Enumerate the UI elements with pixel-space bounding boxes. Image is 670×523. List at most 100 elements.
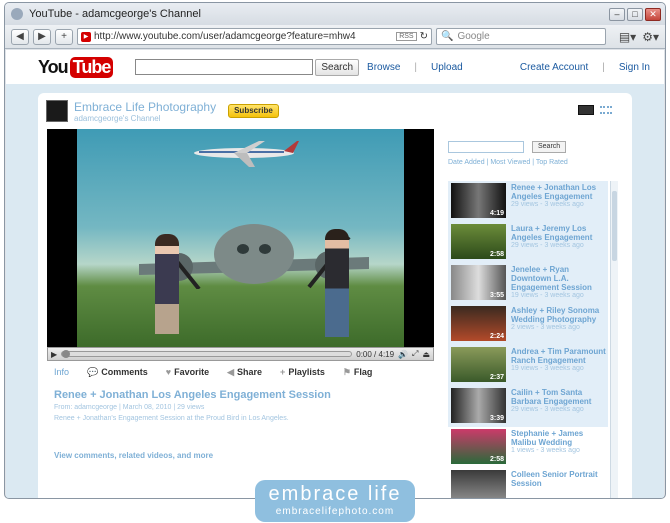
- channel-search: Search: [448, 141, 567, 153]
- filter-most-viewed[interactable]: Most Viewed: [490, 159, 530, 166]
- video-thumbnail[interactable]: 4:19: [451, 183, 506, 218]
- list-item[interactable]: 4:19 Renee + Jonathan Los Angeles Engage…: [448, 181, 608, 222]
- filter-top-rated[interactable]: Top Rated: [536, 159, 568, 166]
- new-tab-button[interactable]: +: [55, 28, 73, 45]
- close-button[interactable]: ✕: [645, 7, 661, 21]
- video-thumbnail[interactable]: 2:37: [451, 347, 506, 382]
- seek-bar[interactable]: [61, 350, 353, 358]
- grid-view-icon[interactable]: [600, 106, 612, 114]
- seek-handle[interactable]: [62, 350, 71, 358]
- url-text: http://www.youtube.com/user/adamcgeorge?…: [94, 31, 356, 42]
- rss-icon[interactable]: RSS: [396, 32, 417, 41]
- list-item-text: Andrea + Tim Paramount Ranch Engagement 1…: [511, 347, 608, 384]
- watermark-title: embrace life: [268, 483, 402, 505]
- video-thumbnail[interactable]: 2:24: [451, 306, 506, 341]
- list-item-title[interactable]: Laura + Jeremy Los Angeles Engagement: [511, 224, 608, 242]
- duration: 2:37: [489, 374, 504, 381]
- volume-icon[interactable]: 🔊: [398, 350, 408, 359]
- list-item-meta: 19 views - 3 weeks ago: [511, 365, 584, 372]
- channel-name[interactable]: Embrace Life Photography: [74, 100, 216, 114]
- list-item[interactable]: 2:37 Andrea + Tim Paramount Ranch Engage…: [448, 345, 608, 386]
- toolbar-icons: ▤▾ ⚙▾: [619, 30, 659, 44]
- forward-button[interactable]: ▶: [33, 28, 51, 45]
- heart-icon: ♥: [165, 367, 172, 377]
- tab-info[interactable]: Info: [54, 367, 69, 378]
- account-links: Create Account | Sign In: [520, 62, 650, 73]
- video-list: 4:19 Renee + Jonathan Los Angeles Engage…: [448, 181, 608, 498]
- channel-search-button[interactable]: Search: [532, 141, 567, 153]
- video-thumbnail[interactable]: [451, 470, 506, 498]
- airliner-image: [194, 141, 299, 167]
- list-item-title[interactable]: Colleen Senior Portrait Session: [511, 470, 608, 488]
- flag-button[interactable]: ⚑ Flag: [343, 367, 373, 378]
- scrollbar-thumb[interactable]: [612, 191, 617, 261]
- playlist-scrollbar[interactable]: [610, 181, 618, 498]
- youtube-nav-links: Browse | Upload: [367, 62, 463, 73]
- search-engine-icon[interactable]: 🔍: [441, 31, 453, 42]
- playlists-button[interactable]: + Playlists: [280, 367, 325, 378]
- favorite-button[interactable]: ♥ Favorite: [166, 367, 209, 378]
- video-title[interactable]: Renee + Jonathan Los Angeles Engagement …: [54, 389, 331, 401]
- youtube-search-input[interactable]: [135, 59, 314, 75]
- list-item-title[interactable]: Renee + Jonathan Los Angeles Engagement: [511, 183, 608, 201]
- list-item-text: Renee + Jonathan Los Angeles Engagement 2…: [511, 183, 608, 220]
- list-item[interactable]: 2:58 Stephanie + James Malibu Wedding 1 v…: [448, 427, 608, 468]
- list-item-title[interactable]: Cailin + Tom Santa Barbara Engagement: [511, 388, 608, 406]
- time-display: 0:00 / 4:19: [356, 349, 395, 359]
- browse-link[interactable]: Browse: [367, 62, 400, 73]
- minimize-button[interactable]: –: [609, 7, 625, 21]
- upload-link[interactable]: Upload: [431, 62, 463, 73]
- youtube-search-button[interactable]: Search: [315, 58, 360, 76]
- video-player[interactable]: [47, 129, 434, 347]
- duration: 4:19: [489, 210, 504, 217]
- video-thumbnail[interactable]: 2:58: [451, 224, 506, 259]
- video-thumbnail[interactable]: 2:58: [451, 429, 506, 464]
- fullscreen-icon[interactable]: ⤢: [412, 349, 418, 359]
- list-item[interactable]: 3:55 Jenelee + Ryan Downtown L.A. Engage…: [448, 263, 608, 304]
- duration: 3:55: [489, 292, 504, 299]
- subscribe-button[interactable]: Subscribe: [228, 104, 279, 118]
- list-item[interactable]: Colleen Senior Portrait Session: [448, 468, 608, 498]
- title-bar: YouTube - adamcgeorge's Channel – □ ✕: [5, 3, 665, 25]
- share-button[interactable]: ◀ Share: [227, 367, 262, 378]
- video-thumbnail[interactable]: 3:39: [451, 388, 506, 423]
- reload-icon[interactable]: ↻: [420, 31, 428, 42]
- sign-in-link[interactable]: Sign In: [619, 62, 650, 73]
- video-description: Renee + Jonathan's Engagement Session at…: [54, 415, 289, 422]
- list-item[interactable]: 2:58 Laura + Jeremy Los Angeles Engageme…: [448, 222, 608, 263]
- play-icon[interactable]: ▶: [51, 350, 57, 359]
- player-view-icon[interactable]: [578, 105, 594, 115]
- maximize-button[interactable]: □: [627, 7, 643, 21]
- comments-button[interactable]: 💬 Comments: [87, 367, 148, 378]
- web-page: You Tube Search Browse | Upload Create A…: [6, 50, 664, 498]
- nav-separator: |: [414, 61, 417, 73]
- create-account-link[interactable]: Create Account: [520, 62, 588, 73]
- avatar[interactable]: [46, 100, 68, 122]
- list-item[interactable]: 2:24 Ashley + Riley Sonoma Wedding Photo…: [448, 304, 608, 345]
- channel-search-input[interactable]: [448, 141, 524, 153]
- list-item-title[interactable]: Ashley + Riley Sonoma Wedding Photograph…: [511, 306, 608, 324]
- youtube-logo[interactable]: You Tube: [38, 56, 114, 78]
- comment-icon: 💬: [87, 367, 99, 377]
- gear-icon[interactable]: ⚙▾: [642, 30, 659, 44]
- browser-search-field[interactable]: 🔍 Google: [436, 28, 606, 45]
- address-bar[interactable]: ▶ http://www.youtube.com/user/adamcgeorg…: [77, 28, 432, 45]
- video-thumbnail[interactable]: 3:55: [451, 265, 506, 300]
- list-item-text: Ashley + Riley Sonoma Wedding Photograph…: [511, 306, 608, 343]
- more-link[interactable]: View comments, related videos, and more: [54, 451, 213, 460]
- filter-date-added[interactable]: Date Added: [448, 159, 485, 166]
- player-controls: ▶ 0:00 / 4:19 🔊 ⤢ ⏏: [47, 347, 434, 361]
- youtube-header: You Tube Search Browse | Upload Create A…: [6, 50, 664, 84]
- list-item-title[interactable]: Andrea + Tim Paramount Ranch Engagement: [511, 347, 608, 365]
- flag-label: Flag: [353, 367, 373, 377]
- list-item-title[interactable]: Stephanie + James Malibu Wedding: [511, 429, 608, 447]
- popout-icon[interactable]: ⏏: [422, 350, 430, 359]
- duration: 2:58: [489, 456, 504, 463]
- browser-window: YouTube - adamcgeorge's Channel – □ ✕ ◀ …: [4, 2, 666, 499]
- list-item[interactable]: 3:39 Cailin + Tom Santa Barbara Engageme…: [448, 386, 608, 427]
- page-menu-icon[interactable]: ▤▾: [619, 30, 636, 44]
- man-figure: [325, 229, 349, 337]
- logo-you: You: [38, 56, 69, 77]
- back-button[interactable]: ◀: [11, 28, 29, 45]
- list-item-title[interactable]: Jenelee + Ryan Downtown L.A. Engagement …: [511, 265, 608, 292]
